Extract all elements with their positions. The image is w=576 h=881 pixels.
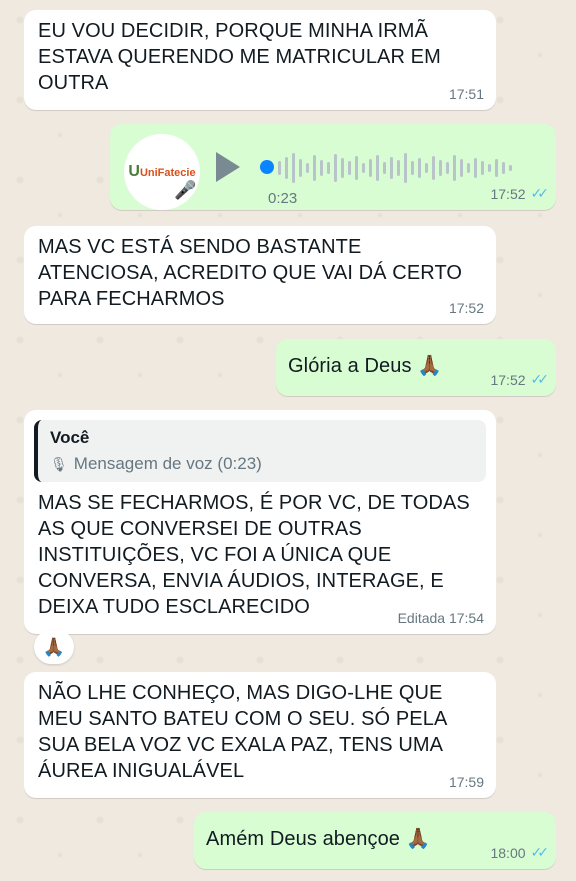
- voice-duration: 0:23: [268, 190, 298, 207]
- message-time: 17:51: [448, 86, 484, 102]
- read-ticks-icon: ✓✓: [530, 185, 550, 201]
- message-time: 17:52: [448, 300, 484, 316]
- outgoing-message[interactable]: Amém Deus abençoe 🙏🏾 18:00 ✓✓: [194, 812, 556, 869]
- message-reaction[interactable]: 🙏🏾: [34, 630, 74, 664]
- message-text: Amém Deus abençoe 🙏🏾: [206, 828, 431, 850]
- message-text: NÃO LHE CONHEÇO, MAS DIGO-LHE QUE MEU SA…: [38, 682, 447, 782]
- play-icon[interactable]: [216, 152, 240, 182]
- playback-slider-handle[interactable]: [260, 160, 274, 174]
- quoted-message[interactable]: Você 🎙 Mensagem de voz (0:23): [34, 420, 486, 482]
- incoming-message[interactable]: NÃO LHE CONHEÇO, MAS DIGO-LHE QUE MEU SA…: [24, 672, 496, 798]
- message-text: MAS VC ESTÁ SENDO BASTANTE ATENCIOSA, AC…: [38, 236, 463, 310]
- message-time: Editada 17:54: [397, 610, 484, 626]
- incoming-reply-message[interactable]: Você 🎙 Mensagem de voz (0:23) MAS SE FEC…: [24, 410, 496, 634]
- read-ticks-icon: ✓✓: [530, 844, 550, 860]
- message-time: 17:52 ✓✓: [490, 371, 550, 388]
- incoming-message[interactable]: EU VOU DECIDIR, PORQUE MINHA IRMÃ ESTAVA…: [24, 10, 496, 110]
- message-text: Glória a Deus 🙏🏾: [288, 355, 443, 377]
- outgoing-voice-message[interactable]: UUniFatecie 🎤 0:23 17:52 ✓✓: [110, 124, 556, 210]
- message-time: 18:00 ✓✓: [490, 844, 550, 861]
- quote-body: 🎙 Mensagem de voz (0:23): [50, 454, 262, 473]
- message-time: 17:52 ✓✓: [490, 185, 550, 202]
- mic-icon: 🎙: [50, 455, 68, 472]
- message-time: 17:59: [448, 774, 484, 790]
- incoming-message[interactable]: MAS VC ESTÁ SENDO BASTANTE ATENCIOSA, AC…: [24, 226, 496, 324]
- message-text: EU VOU DECIDIR, PORQUE MINHA IRMÃ ESTAVA…: [38, 20, 441, 94]
- outgoing-message[interactable]: Glória a Deus 🙏🏾 17:52 ✓✓: [276, 339, 556, 396]
- message-text: MAS SE FECHARMOS, É POR VC, DE TODAS AS …: [38, 492, 470, 618]
- read-ticks-icon: ✓✓: [530, 371, 550, 387]
- quote-author: Você: [50, 428, 90, 447]
- audio-waveform[interactable]: [278, 150, 534, 186]
- unifatecie-logo: UUniFatecie: [128, 163, 196, 180]
- mic-icon: 🎤: [174, 180, 197, 200]
